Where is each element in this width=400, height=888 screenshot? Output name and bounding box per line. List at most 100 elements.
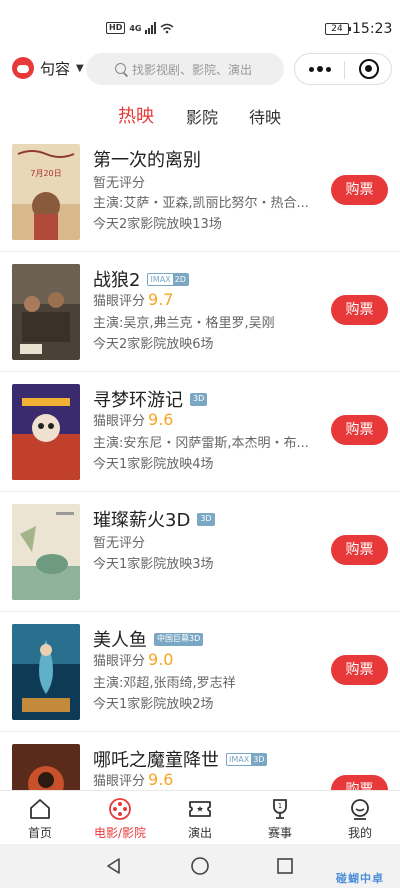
buy-ticket-button[interactable]: 购票 bbox=[331, 655, 388, 685]
nav-label: 电影/影院 bbox=[93, 826, 147, 840]
movie-score: 暂无评分 bbox=[93, 172, 315, 191]
format-tag: 3D bbox=[190, 392, 208, 406]
movie-cast: 主演:邓超,张雨绮,罗志祥 bbox=[93, 676, 236, 691]
hd-badge: HD bbox=[106, 22, 126, 34]
nav-movies-cinemas[interactable]: 电影/影院 bbox=[80, 791, 160, 845]
back-triangle-icon[interactable] bbox=[104, 856, 124, 876]
status-indicators: HD 4G bbox=[106, 22, 174, 34]
network-label: 4G bbox=[129, 23, 142, 33]
nav-label: 首页 bbox=[27, 826, 52, 840]
nav-shows[interactable]: 演出 bbox=[160, 791, 240, 845]
movie-score: 猫眼评分 9.7 bbox=[93, 290, 315, 309]
buy-ticket-button[interactable]: 购票 bbox=[331, 295, 388, 325]
movie-title: 第一次的离别 bbox=[93, 150, 201, 171]
score-label: 猫眼评分 bbox=[93, 414, 146, 429]
top-bar: 句容 ▼ 找影视剧、影院、演出 bbox=[0, 50, 400, 90]
movie-score: 猫眼评分 9.6 bbox=[93, 410, 315, 429]
score-value: 9.6 bbox=[148, 770, 174, 789]
nav-label: 演出 bbox=[187, 826, 212, 840]
format-tag: IMAX 3D bbox=[226, 752, 268, 766]
movie-title: 寻梦环游记 bbox=[93, 390, 183, 411]
format-tag: 中国巨幕3D bbox=[154, 632, 204, 646]
movie-showings: 今天1家影院放映2场 bbox=[93, 697, 214, 712]
movie-score: 猫眼评分 9.6 bbox=[93, 770, 315, 789]
score-label: 猫眼评分 bbox=[93, 774, 146, 789]
film-reel-icon bbox=[108, 797, 132, 821]
buy-ticket-button[interactable]: 购票 bbox=[331, 535, 388, 565]
nav-label: 我的 bbox=[347, 826, 372, 840]
poster-date: 7月20日 bbox=[30, 169, 61, 178]
home-circle-icon[interactable] bbox=[190, 856, 210, 876]
movie-title-row: 哪吒之魔童降世 IMAX 3D bbox=[93, 746, 268, 772]
svg-text:1: 1 bbox=[278, 802, 282, 810]
movie-item[interactable]: 美人鱼 中国巨幕3D 猫眼评分 9.0 主演:邓超,张雨绮,罗志祥 今天1家影院放… bbox=[0, 612, 400, 732]
movie-title-row: 第一次的离别 bbox=[93, 146, 201, 172]
trophy-icon: 1 bbox=[268, 797, 292, 821]
status-bar: HD 4G 24 15:23 bbox=[0, 0, 400, 46]
movie-poster bbox=[12, 384, 80, 480]
buy-ticket-button[interactable]: 购票 bbox=[331, 415, 388, 445]
miniprogram-capsule bbox=[294, 53, 392, 85]
search-placeholder: 找影视剧、影院、演出 bbox=[132, 62, 253, 77]
wifi-icon bbox=[161, 23, 174, 33]
score-value: 9.0 bbox=[148, 650, 174, 669]
movie-poster: 7月20日 bbox=[12, 144, 80, 240]
search-input[interactable]: 找影视剧、影院、演出 bbox=[86, 53, 284, 85]
movie-poster bbox=[12, 264, 80, 360]
score-label: 猫眼评分 bbox=[93, 294, 146, 309]
bottom-nav: 首页 电影/影院 演出 1 赛事 我的 bbox=[0, 790, 400, 844]
close-miniprogram-button[interactable] bbox=[345, 54, 392, 84]
recents-square-icon[interactable] bbox=[275, 856, 295, 876]
nav-profile[interactable]: 我的 bbox=[320, 791, 400, 845]
format-tag: IMAX 2D bbox=[147, 272, 189, 286]
search-icon bbox=[115, 63, 126, 74]
movie-showings: 今天1家影院放映3场 bbox=[93, 557, 214, 572]
tab-cinemas[interactable]: 影院 bbox=[186, 104, 218, 128]
movie-title: 哪吒之魔童降世 bbox=[93, 750, 219, 771]
movie-showings: 今天1家影院放映4场 bbox=[93, 457, 214, 472]
movie-list: 7月20日 第一次的离别 暂无评分 主演:艾萨・亚森,凯丽比努尔・热合... 今… bbox=[0, 132, 400, 790]
nav-home[interactable]: 首页 bbox=[0, 791, 80, 845]
movie-cast: 主演:安东尼・冈萨雷斯,本杰明・布... bbox=[93, 436, 309, 451]
movie-title-row: 美人鱼 中国巨幕3D bbox=[93, 626, 204, 652]
movie-item[interactable]: 战狼2 IMAX 2D 猫眼评分 9.7 主演:吴京,弗兰克・格里罗,吴刚 今天2家… bbox=[0, 252, 400, 372]
movie-title-row: 璀璨薪火3D 3D bbox=[93, 506, 215, 532]
score-value: 9.6 bbox=[148, 410, 174, 429]
maoyan-logo-icon bbox=[12, 57, 34, 79]
movie-item[interactable]: 寻梦环游记 3D 猫眼评分 9.6 主演:安东尼・冈萨雷斯,本杰明・布... 今天… bbox=[0, 372, 400, 492]
format-tag: 3D bbox=[197, 512, 215, 526]
ticket-icon bbox=[188, 797, 212, 821]
buy-ticket-button[interactable]: 购票 bbox=[331, 175, 388, 205]
dot-icon bbox=[308, 66, 314, 72]
movie-showings: 今天2家影院放映6场 bbox=[93, 337, 214, 352]
buy-ticket-button[interactable]: 购票 bbox=[331, 775, 388, 790]
score-label: 暂无评分 bbox=[93, 176, 146, 191]
tab-coming-soon[interactable]: 待映 bbox=[249, 104, 281, 128]
target-icon bbox=[359, 59, 379, 79]
signal-icon bbox=[145, 22, 157, 34]
caret-down-icon: ▼ bbox=[76, 62, 84, 74]
score-value: 9.7 bbox=[148, 290, 174, 309]
movie-title: 战狼2 bbox=[93, 270, 141, 291]
movie-item[interactable]: 璀璨薪火3D 3D 暂无评分 今天1家影院放映3场 购票 bbox=[0, 492, 400, 612]
movie-score: 猫眼评分 9.0 bbox=[93, 650, 315, 669]
movie-cast: 主演:艾萨・亚森,凯丽比努尔・热合... bbox=[93, 196, 309, 211]
city-selector[interactable]: 句容 ▼ bbox=[12, 57, 84, 79]
movie-title-row: 寻梦环游记 3D bbox=[93, 386, 208, 412]
nav-label: 赛事 bbox=[267, 826, 292, 840]
movie-item[interactable]: 哪吒之魔童降世 IMAX 3D 猫眼评分 9.6 购票 bbox=[0, 732, 400, 790]
movie-title-row: 战狼2 IMAX 2D bbox=[93, 266, 189, 292]
movie-score: 暂无评分 bbox=[93, 532, 315, 551]
nav-sports[interactable]: 1 赛事 bbox=[240, 791, 320, 845]
more-button[interactable] bbox=[295, 54, 344, 84]
movie-poster bbox=[12, 744, 80, 790]
score-label: 猫眼评分 bbox=[93, 654, 146, 669]
city-label: 句容 bbox=[40, 59, 71, 78]
movie-title: 璀璨薪火3D bbox=[93, 510, 191, 531]
tab-now-showing[interactable]: 热映 bbox=[118, 102, 154, 128]
movie-cast: 主演:吴京,弗兰克・格里罗,吴刚 bbox=[93, 316, 275, 331]
movie-item[interactable]: 7月20日 第一次的离别 暂无评分 主演:艾萨・亚森,凯丽比努尔・热合... 今… bbox=[0, 132, 400, 252]
score-label: 暂无评分 bbox=[93, 536, 146, 551]
clock: 15:23 bbox=[352, 21, 393, 37]
category-tabs: 热映 影院 待映 bbox=[0, 100, 400, 132]
